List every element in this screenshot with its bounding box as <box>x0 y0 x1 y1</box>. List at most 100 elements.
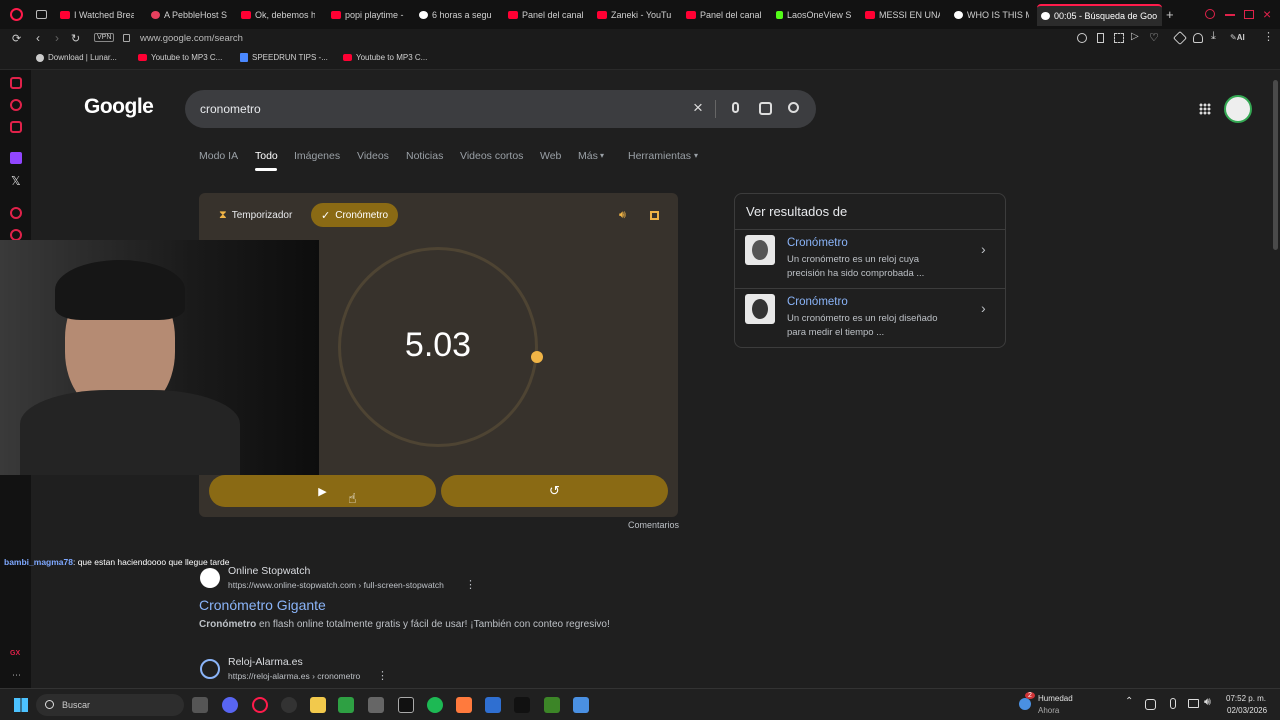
tab-6[interactable]: Panel del canal <box>508 6 583 24</box>
tab-mas[interactable]: Más <box>578 150 598 162</box>
tab-3[interactable]: Ok, debemos h <box>241 6 315 24</box>
fullscreen-icon[interactable] <box>650 211 659 220</box>
vpn-badge[interactable]: VPN <box>94 33 115 42</box>
gx-corner-icon[interactable]: GX <box>10 650 20 657</box>
tab-7[interactable]: Zaneki - YouTu <box>597 6 672 24</box>
microphone-icon[interactable] <box>732 102 739 113</box>
gx-icon[interactable] <box>10 99 22 111</box>
bookmark-3[interactable]: SPEEDRUN TIPS -... <box>240 53 328 62</box>
reloj-alarma-favicon[interactable] <box>200 659 220 679</box>
tab-active[interactable]: 00:05 - Búsqueda de Goo <box>1037 4 1162 26</box>
online-stopwatch-favicon[interactable] <box>200 568 220 588</box>
tab-noticias[interactable]: Noticias <box>406 150 443 162</box>
play-icon[interactable]: ▷ <box>1131 31 1139 42</box>
stopwatch-chip[interactable]: ✓ Cronómetro <box>311 203 399 227</box>
url-field[interactable]: www.google.com/search <box>140 33 243 44</box>
aria-icon[interactable] <box>10 77 22 89</box>
menu-icon[interactable]: ⋮ <box>1263 30 1274 43</box>
zoom-icon[interactable] <box>1077 33 1087 43</box>
more-icon[interactable]: ⋯ <box>12 670 21 681</box>
app-icon[interactable] <box>338 697 354 713</box>
close-window-button[interactable]: × <box>1263 6 1271 22</box>
tab-herramientas[interactable]: Herramientas <box>628 150 691 162</box>
bookmark-2[interactable]: Youtube to MP3 C... <box>138 53 222 62</box>
opera-logo-icon[interactable] <box>10 8 23 21</box>
network-tray-icon[interactable] <box>1145 699 1156 710</box>
reload-sidebar-icon[interactable]: ⟳ <box>12 32 21 45</box>
avatar[interactable] <box>1224 95 1252 123</box>
tab-2[interactable]: A PebbleHost S <box>151 6 227 24</box>
task-view-icon[interactable] <box>192 697 208 713</box>
capcut-icon[interactable] <box>514 697 530 713</box>
forward-button[interactable]: › <box>55 31 59 45</box>
volume-icon[interactable]: 🔊︎ <box>1204 696 1211 709</box>
spotify-icon[interactable] <box>427 697 443 713</box>
maximize-button[interactable] <box>1244 10 1254 19</box>
windows-start-icon[interactable] <box>14 698 28 712</box>
chevron-right-icon[interactable]: › <box>981 241 986 257</box>
search-input[interactable]: cronometro <box>200 102 261 116</box>
obs-icon[interactable] <box>281 697 297 713</box>
tab-web[interactable]: Web <box>540 150 561 162</box>
new-tab-button[interactable]: + <box>1166 7 1174 22</box>
weather-title[interactable]: Humedad <box>1038 694 1073 703</box>
account-icon[interactable] <box>1193 33 1203 43</box>
more-options-icon[interactable]: ⋮ <box>465 578 476 591</box>
clear-icon[interactable]: × <box>693 98 703 118</box>
taskbar-search[interactable]: Buscar <box>36 694 184 716</box>
start-button[interactable]: ▶ <box>209 475 436 507</box>
opera-gx-icon[interactable] <box>252 697 268 713</box>
result-site[interactable]: Reloj-Alarma.es <box>228 656 303 668</box>
tab-todo[interactable]: Todo <box>255 150 278 162</box>
clock-time[interactable]: 07:52 p. m. <box>1226 694 1266 703</box>
tab-11[interactable]: WHO IS THIS M <box>954 6 1029 24</box>
player-icon[interactable] <box>10 207 22 219</box>
search-box[interactable]: cronometro × <box>185 90 816 128</box>
tab-5[interactable]: 6 horas a segu <box>419 6 494 24</box>
extensions-icon[interactable] <box>1172 30 1188 46</box>
pin-icon[interactable] <box>1097 33 1104 43</box>
comments-link[interactable]: Comentarios <box>628 520 679 530</box>
app-icon[interactable] <box>398 697 414 713</box>
minimize-button[interactable] <box>1225 14 1235 16</box>
tab-1[interactable]: I Watched Break <box>60 6 134 24</box>
stopwatch-thumbnail[interactable] <box>745 294 775 324</box>
back-button[interactable]: ‹ <box>36 31 40 45</box>
lens-icon[interactable] <box>759 102 772 115</box>
tab-8[interactable]: Panel del canal <box>686 6 761 24</box>
workspaces-icon[interactable] <box>36 10 47 19</box>
discord-icon[interactable] <box>222 697 238 713</box>
x-twitter-icon[interactable]: 𝕏 <box>11 174 21 188</box>
clock-date[interactable]: 02/03/2026 <box>1227 706 1267 715</box>
snapshot-icon[interactable] <box>1114 33 1124 43</box>
bookmark-4[interactable]: Youtube to MP3 C... <box>343 53 427 62</box>
tab-imagenes[interactable]: Imágenes <box>294 150 340 162</box>
search-icon[interactable] <box>788 102 799 113</box>
tab-videos-cortos[interactable]: Videos cortos <box>460 150 523 162</box>
microphone-icon[interactable] <box>1170 698 1176 709</box>
minecraft-icon[interactable] <box>544 697 560 713</box>
heart-icon[interactable]: ♡ <box>1149 31 1159 44</box>
panel-item-title[interactable]: Cronómetro <box>787 237 848 249</box>
ai-icon[interactable]: ✎AI <box>1230 33 1245 42</box>
file-explorer-icon[interactable] <box>310 697 326 713</box>
reset-button[interactable]: ↺ <box>441 475 668 507</box>
sound-icon[interactable]: 🔊︎ <box>619 209 626 222</box>
tab-modo-ia[interactable]: Modo IA <box>199 150 238 162</box>
reload-button[interactable]: ↻ <box>71 32 80 45</box>
app-icon[interactable] <box>485 697 501 713</box>
result-site[interactable]: Online Stopwatch <box>228 565 310 577</box>
display-icon[interactable] <box>1188 699 1199 708</box>
tab-10[interactable]: MESSI EN UNA <box>865 6 940 24</box>
scrollbar[interactable] <box>1271 70 1280 688</box>
timer-chip[interactable]: ⧗ Temporizador <box>209 203 302 227</box>
more-options-icon[interactable]: ⋮ <box>377 669 388 682</box>
tab-videos[interactable]: Videos <box>357 150 389 162</box>
app-icon[interactable] <box>368 697 384 713</box>
messenger-icon[interactable] <box>10 121 22 133</box>
chevron-right-icon[interactable]: › <box>981 300 986 316</box>
result-url[interactable]: https://reloj-alarma.es › cronometro <box>228 671 360 681</box>
apps-grid-icon[interactable] <box>1199 103 1211 115</box>
bookmark-1[interactable]: Download | Lunar... <box>36 53 117 62</box>
download-icon[interactable]: ⤓ <box>1211 30 1216 43</box>
